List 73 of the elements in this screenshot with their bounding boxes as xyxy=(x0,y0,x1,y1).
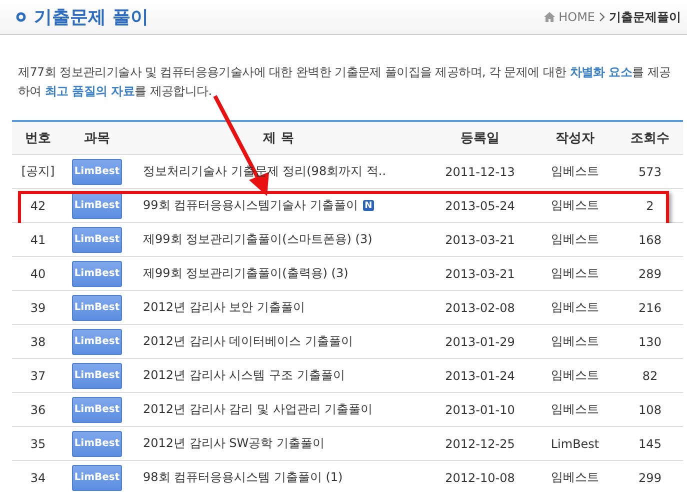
date-cell-text: 2013-01-10 xyxy=(444,402,516,416)
post-title-link[interactable]: 2012년 감리사 데이터베이스 기출풀이 xyxy=(143,333,353,350)
author-cell-text: 임베스트 xyxy=(550,163,600,180)
post-title-link[interactable]: 2012년 감리사 감리 및 사업관리 기출풀이 xyxy=(143,401,373,418)
breadcrumb-link[interactable]: 기출문제풀이 xyxy=(609,8,681,26)
post-title-link[interactable]: 제99회 정보관리기출풀이(출력용) (3) xyxy=(143,265,348,282)
views-cell-text: 289 xyxy=(638,266,662,280)
author-cell-text: 임베스트 xyxy=(550,469,600,486)
subject-badge: LimBest xyxy=(72,464,122,490)
views-cell-text: 168 xyxy=(638,232,662,246)
subject-badge: LimBest xyxy=(72,328,122,354)
author-cell-text: 임베스트 xyxy=(550,401,600,418)
views-cell-text: 2 xyxy=(645,198,655,212)
views-cell-text: 82 xyxy=(641,368,659,382)
post-title-link[interactable]: 2012년 감리사 시스템 구조 기출풀이 xyxy=(143,367,345,384)
intro-text: 제77회 정보관리기술사 및 컴퓨터응용기술사에 대한 완벽한 기출문제 풀이집을 제공하며, 각 문제에 대한 차별화 요소를 제공하여 최고 품질의 자료를 제공합니다. xyxy=(18,64,672,100)
number-cell-text: 39 xyxy=(29,300,47,314)
column-header: 등록일 xyxy=(460,130,500,147)
chevron-icon xyxy=(599,12,605,22)
author-cell-text: 임베스트 xyxy=(550,197,600,214)
number-cell-text: 42 xyxy=(29,198,47,212)
column-header: 제 목 xyxy=(262,130,295,147)
date-cell-text: 2011-12-13 xyxy=(444,164,516,178)
subject-badge: LimBest xyxy=(72,260,122,286)
breadcrumb-link[interactable]: HOME xyxy=(558,10,595,24)
number-cell-text: 34 xyxy=(29,470,47,484)
home-icon xyxy=(544,12,555,22)
number-cell-text: 37 xyxy=(29,368,47,382)
bullet-icon xyxy=(16,12,26,22)
post-title-link[interactable]: 2012년 감리사 SW공학 기출풀이 xyxy=(143,435,324,452)
column-header: 번호 xyxy=(24,130,52,147)
column-header: 과목 xyxy=(83,130,111,147)
date-cell-text: 2013-03-21 xyxy=(444,266,516,280)
author-cell-text: LimBest xyxy=(550,436,600,450)
subject-badge: LimBest xyxy=(72,294,122,320)
subject-badge: LimBest xyxy=(72,158,122,184)
post-title-link[interactable]: 98회 컴퓨터응용시스템 기출풀이 (1) xyxy=(143,469,343,486)
author-cell-text: 임베스트 xyxy=(550,333,600,350)
number-cell-text: 36 xyxy=(29,402,47,416)
number-cell-text: 41 xyxy=(29,232,47,246)
subject-badge: LimBest xyxy=(72,362,122,388)
date-cell-text: 2012-12-25 xyxy=(444,436,516,450)
post-title-link[interactable]: 제99회 정보관리기출풀이(스마트폰용) (3) xyxy=(143,231,372,248)
date-cell-text: 2013-03-21 xyxy=(444,232,516,246)
views-cell-text: 216 xyxy=(638,300,662,314)
author-cell-text: 임베스트 xyxy=(550,231,600,248)
date-cell-text: 2012-10-08 xyxy=(444,470,516,484)
author-cell-text: 임베스트 xyxy=(550,367,600,384)
author-cell-text: 임베스트 xyxy=(550,265,600,282)
subject-badge: LimBest xyxy=(72,192,122,218)
post-title-link[interactable]: 2012년 감리사 보안 기출풀이 xyxy=(143,299,305,316)
column-header: 조회수 xyxy=(630,130,670,147)
subject-badge: LimBest xyxy=(72,430,122,456)
subject-badge: LimBest xyxy=(72,226,122,252)
date-cell-text: 2013-01-24 xyxy=(444,368,516,382)
subject-badge: LimBest xyxy=(72,396,122,422)
views-cell-text: 145 xyxy=(638,436,662,450)
number-cell-text: [공지] xyxy=(20,163,56,180)
date-cell-text: 2013-01-29 xyxy=(444,334,516,348)
post-title-link[interactable]: 99회 컴퓨터응용시스템기술사 기출풀이 xyxy=(143,197,358,214)
column-header: 작성자 xyxy=(554,130,596,147)
number-cell-text: 40 xyxy=(29,266,47,280)
author-cell-text: 임베스트 xyxy=(550,299,600,316)
views-cell-text: 299 xyxy=(638,470,662,484)
views-cell-text: 130 xyxy=(638,334,662,348)
number-cell-text: 35 xyxy=(29,436,47,450)
date-cell-text: 2013-02-08 xyxy=(444,300,516,314)
page-title: 기출문제 풀이 xyxy=(34,6,148,29)
new-badge: N xyxy=(362,200,374,211)
date-cell-text: 2013-05-24 xyxy=(444,198,516,212)
number-cell-text: 38 xyxy=(29,334,47,348)
views-cell-text: 573 xyxy=(638,164,662,178)
views-cell-text: 108 xyxy=(638,402,662,416)
